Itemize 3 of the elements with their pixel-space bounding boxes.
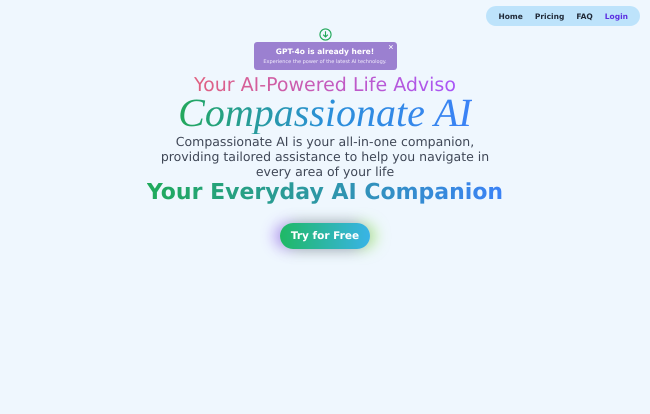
hero-description: Compassionate AI is your all-in-one companion, providing tailored assistance to help you navigate in every area of your life [160, 134, 490, 179]
download-icon[interactable] [318, 28, 332, 41]
hero-subtitle: Your Everyday AI Companion [146, 180, 504, 205]
